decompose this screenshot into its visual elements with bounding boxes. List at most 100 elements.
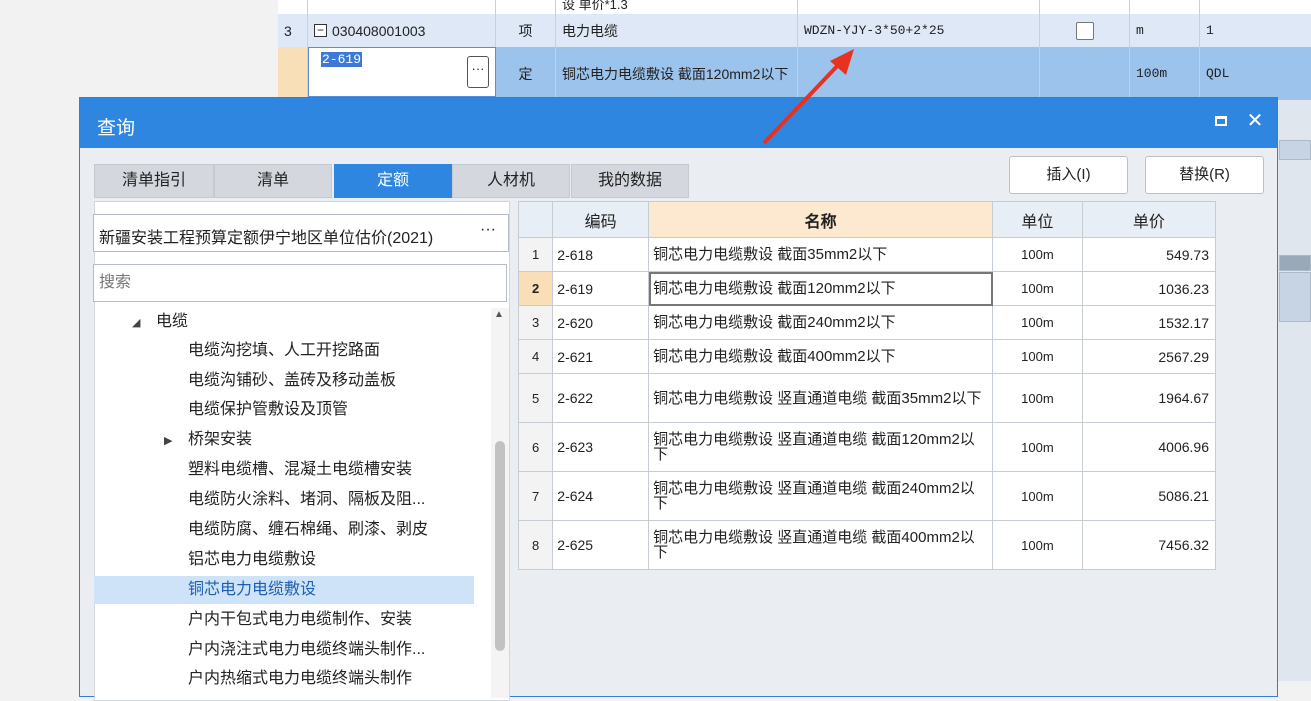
- quota-price[interactable]: 1964.67: [1081, 373, 1217, 423]
- insert-button[interactable]: 插入(I): [1009, 156, 1128, 194]
- quota-price[interactable]: 5086.21: [1081, 471, 1217, 521]
- tree-item-selected[interactable]: 铜芯电力电缆敷设: [94, 576, 474, 604]
- quota-name[interactable]: 铜芯电力电缆敷设 截面35mm2以下: [648, 237, 994, 272]
- row-number: 8: [517, 520, 554, 570]
- tab-my-data[interactable]: 我的数据: [571, 164, 689, 198]
- replace-button[interactable]: 替换(R): [1145, 156, 1264, 194]
- bill-qty[interactable]: 1: [1200, 14, 1311, 47]
- quota-unit[interactable]: 100m: [992, 339, 1083, 374]
- tab-quota[interactable]: 定额: [334, 164, 452, 198]
- quota-unit[interactable]: 100m: [992, 305, 1083, 340]
- table-row[interactable]: 4 2-621 铜芯电力电缆敷设 截面400mm2以下 100m 2567.29: [517, 339, 1217, 374]
- quota-code[interactable]: 2-619: [552, 271, 650, 306]
- dialog-title-bar[interactable]: 查询 ✕: [80, 98, 1277, 148]
- quota-code[interactable]: 2-622: [552, 373, 650, 423]
- table-row[interactable]: 7 2-624 铜芯电力电缆敷设 竖直通道电缆 截面240mm2以下 100m …: [517, 471, 1217, 521]
- quota-code[interactable]: 2-621: [552, 339, 650, 374]
- row-number: 6: [517, 422, 554, 472]
- quota-unit[interactable]: 100m: [992, 373, 1083, 423]
- tree-scrollbar[interactable]: ▲: [491, 308, 509, 698]
- quota-unit[interactable]: 100m: [992, 520, 1083, 570]
- tree-item[interactable]: 塑料电缆槽、混凝土电缆槽安装: [94, 456, 474, 484]
- tab-list[interactable]: 清单: [214, 164, 332, 198]
- bill-name[interactable]: 铜芯电力电缆敷设 截面120mm2以下: [556, 47, 798, 100]
- quota-price[interactable]: 549.73: [1081, 237, 1217, 272]
- quota-code[interactable]: 2-625: [552, 520, 650, 570]
- column-header-name[interactable]: 名称: [648, 201, 994, 238]
- quota-unit[interactable]: 100m: [992, 471, 1083, 521]
- search-input[interactable]: [93, 264, 507, 302]
- quota-name[interactable]: 铜芯电力电缆敷设 竖直通道电缆 截面120mm2以下: [648, 422, 994, 472]
- row-number: 1: [517, 237, 554, 272]
- quota-code[interactable]: 2-620: [552, 305, 650, 340]
- scroll-thumb[interactable]: [495, 441, 505, 651]
- bill-unit[interactable]: 100m: [1130, 47, 1200, 100]
- quota-name[interactable]: 铜芯电力电缆敷设 竖直通道电缆 截面35mm2以下: [648, 373, 994, 423]
- collapse-icon[interactable]: −: [314, 24, 327, 37]
- tree-item[interactable]: 户内干包式电力电缆制作、安装: [94, 606, 474, 634]
- tree-node-cable[interactable]: ◢ 电缆: [94, 308, 474, 336]
- quota-code[interactable]: 2-624: [552, 471, 650, 521]
- bill-row-partial[interactable]: 设 单价*1.3: [278, 0, 1311, 15]
- quota-unit[interactable]: 100m: [992, 422, 1083, 472]
- bill-row-index: 3: [278, 14, 308, 47]
- table-row[interactable]: 3 2-620 铜芯电力电缆敷设 截面240mm2以下 100m 1532.17: [517, 305, 1217, 340]
- bill-checkbox[interactable]: [1075, 21, 1094, 40]
- bill-code-cell[interactable]: − 030408001003: [308, 14, 496, 47]
- quota-name[interactable]: 铜芯电力电缆敷设 截面400mm2以下: [648, 339, 994, 374]
- tree-item[interactable]: 电缆沟铺砂、盖砖及移动盖板: [94, 367, 474, 395]
- quota-code[interactable]: 2-618: [552, 237, 650, 272]
- code-editor[interactable]: 2-619 ···: [308, 47, 496, 97]
- quota-library-select[interactable]: 新疆安装工程预算定额伊宁地区单位估价(2021) ···: [93, 214, 509, 252]
- table-row[interactable]: 8 2-625 铜芯电力电缆敷设 竖直通道电缆 截面400mm2以下 100m …: [517, 520, 1217, 570]
- bill-spec[interactable]: WDZN-YJY-3*50+2*25: [798, 14, 1040, 47]
- tab-labor-material[interactable]: 人材机: [452, 164, 570, 198]
- tree-item[interactable]: 铝芯电力电缆敷设: [94, 546, 474, 574]
- quota-name[interactable]: 铜芯电力电缆敷设 竖直通道电缆 截面240mm2以下: [648, 471, 994, 521]
- bill-code: 030408001003: [332, 22, 426, 39]
- bill-grid: 设 单价*1.3 3 − 030408001003 项 电力电缆 WDZN-YJ…: [278, 0, 1311, 101]
- tree-item[interactable]: 电缆保护管敷设及顶管: [94, 396, 474, 424]
- tree-item[interactable]: 电缆沟挖填、人工开挖路面: [94, 337, 474, 365]
- tree-node-bridge[interactable]: ▶ 桥架安装: [94, 426, 474, 454]
- quota-name[interactable]: 铜芯电力电缆敷设 截面120mm2以下: [648, 271, 994, 306]
- column-header-price[interactable]: 单价: [1081, 201, 1217, 238]
- code-editor-value[interactable]: 2-619: [321, 52, 363, 67]
- quota-name[interactable]: 铜芯电力电缆敷设 竖直通道电缆 截面400mm2以下: [648, 520, 994, 570]
- collapsed-icon[interactable]: ▶: [164, 427, 172, 455]
- bill-row-parent[interactable]: 3 − 030408001003 项 电力电缆 WDZN-YJY-3*50+2*…: [278, 14, 1311, 48]
- bill-row-selected[interactable]: 2-619 ··· 定 铜芯电力电缆敷设 截面120mm2以下 100m QDL: [278, 47, 1311, 101]
- tree-item[interactable]: 电缆防火涂料、堵洞、隔板及阻...: [94, 486, 474, 514]
- table-row-selected[interactable]: 2 2-619 铜芯电力电缆敷设 截面120mm2以下 100m 1036.23: [517, 271, 1217, 306]
- bill-spec[interactable]: [798, 47, 1040, 100]
- scroll-up-icon[interactable]: ▲: [494, 309, 504, 320]
- maximize-icon[interactable]: [1211, 111, 1231, 131]
- tree-item[interactable]: 户内热缩式电力电缆终端头制作: [94, 665, 474, 693]
- bill-type: 定: [496, 47, 556, 100]
- quota-price[interactable]: 2567.29: [1081, 339, 1217, 374]
- tree-item[interactable]: 电缆防腐、缠石棉绳、刷漆、剥皮: [94, 516, 474, 544]
- close-icon[interactable]: ✕: [1243, 109, 1267, 133]
- row-number: 4: [517, 339, 554, 374]
- quota-price[interactable]: 7456.32: [1081, 520, 1217, 570]
- expanded-icon[interactable]: ◢: [132, 309, 140, 337]
- column-header-unit[interactable]: 单位: [992, 201, 1083, 238]
- table-row[interactable]: 1 2-618 铜芯电力电缆敷设 截面35mm2以下 100m 549.73: [517, 237, 1217, 272]
- quota-price[interactable]: 4006.96: [1081, 422, 1217, 472]
- more-button[interactable]: ···: [467, 56, 489, 88]
- quota-price[interactable]: 1036.23: [1081, 271, 1217, 306]
- column-header-code[interactable]: 编码: [552, 201, 650, 238]
- quota-name[interactable]: 铜芯电力电缆敷设 截面240mm2以下: [648, 305, 994, 340]
- quota-price[interactable]: 1532.17: [1081, 305, 1217, 340]
- tab-list-guide[interactable]: 清单指引: [94, 164, 214, 198]
- bill-name[interactable]: 电力电缆: [556, 14, 798, 47]
- tree-item[interactable]: 户内浇注式电力电缆终端头制作...: [94, 636, 474, 664]
- quota-unit[interactable]: 100m: [992, 237, 1083, 272]
- bill-qty[interactable]: QDL: [1200, 47, 1311, 100]
- quota-code[interactable]: 2-623: [552, 422, 650, 472]
- table-row[interactable]: 6 2-623 铜芯电力电缆敷设 竖直通道电缆 截面120mm2以下 100m …: [517, 422, 1217, 472]
- table-row[interactable]: 5 2-622 铜芯电力电缆敷设 竖直通道电缆 截面35mm2以下 100m 1…: [517, 373, 1217, 423]
- quota-unit[interactable]: 100m: [992, 271, 1083, 306]
- more-options-icon[interactable]: ···: [468, 215, 508, 251]
- bill-unit[interactable]: m: [1130, 14, 1200, 47]
